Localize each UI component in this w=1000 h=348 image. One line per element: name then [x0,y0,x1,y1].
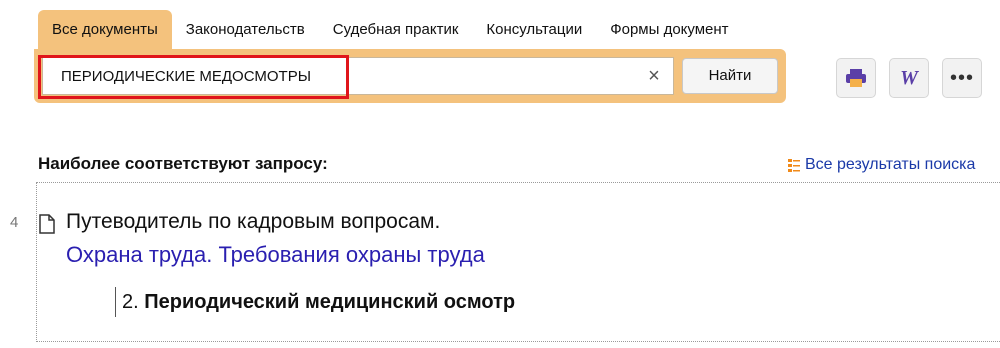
tab-court-practice[interactable]: Судебная практик [319,10,473,50]
tab-consultations[interactable]: Консультации [472,10,596,50]
export-word-button[interactable]: W [889,58,929,98]
result-title: Путеводитель по кадровым вопросам. [66,210,441,233]
all-results-link[interactable]: Все результаты поиска [787,153,975,177]
document-type-tabs: Все документы Законодательств Судебная п… [38,10,743,50]
document-icon [39,214,55,234]
print-button[interactable] [836,58,876,98]
tab-all-documents[interactable]: Все документы [38,10,172,50]
result-number: 4 [10,214,19,231]
search-input[interactable] [43,58,643,94]
fragment-text: Периодический медицинский осмотр [144,291,516,313]
search-field-wrapper: × [42,57,674,95]
word-icon: W [900,66,918,89]
tab-document-forms[interactable]: Формы документ [596,10,742,50]
search-bar: × Найти [34,49,786,103]
all-results-label: Все результаты поиска [805,156,976,173]
fragment-number: 2. [122,291,139,313]
tab-legislation[interactable]: Законодательств [172,10,319,50]
printer-icon [846,69,866,87]
more-icon: ••• [949,67,974,89]
search-page: Все документы Законодательств Судебная п… [0,0,1000,348]
result-fragment[interactable]: 2. Периодический медицинский осмотр [122,291,515,314]
result-link[interactable]: Охрана труда. Требования охраны труда [66,242,485,268]
find-button[interactable]: Найти [682,58,778,94]
clear-search-button[interactable]: × [641,63,667,89]
results-heading: Наиболее соответствуют запросу: [38,154,328,173]
more-options-button[interactable]: ••• [942,58,982,98]
results-list-icon [788,159,800,172]
fragment-divider [115,287,116,317]
